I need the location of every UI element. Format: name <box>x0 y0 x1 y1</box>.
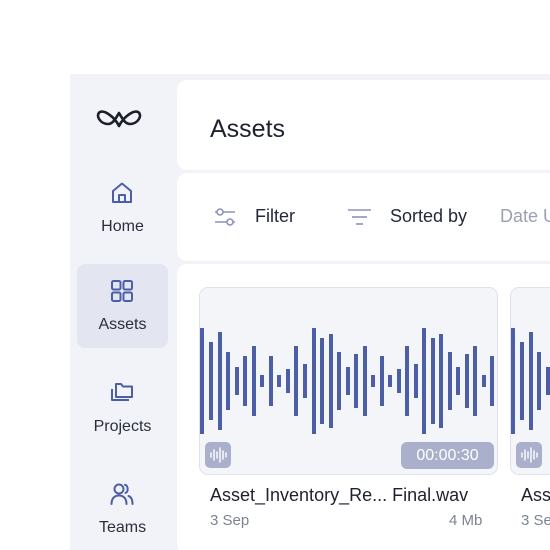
asset-date: 3 Sep <box>210 512 250 529</box>
assets-grid: 00:00:30 Asset_Inventory_Re... Final.wav… <box>177 264 550 550</box>
page-title: Assets <box>210 115 286 143</box>
users-icon <box>110 483 134 505</box>
asset-name[interactable]: Asset_Inventory_Re... Final.wav <box>210 485 468 506</box>
asset-date: 3 Se <box>521 512 550 529</box>
sort-value-select[interactable]: Date U <box>500 206 550 227</box>
asset-card[interactable]: 00:00:30 <box>199 287 498 475</box>
sidebar: Home Assets Projects Teams <box>70 74 176 550</box>
sidebar-item-label: Assets <box>98 316 147 333</box>
sidebar-item-home[interactable]: Home <box>77 166 168 250</box>
waveform-badge <box>516 442 542 468</box>
sort-button[interactable]: Sorted by <box>390 206 467 227</box>
sort-icon <box>348 209 371 225</box>
sidebar-item-label: Home <box>101 218 144 235</box>
sidebar-item-teams[interactable]: Teams <box>77 467 168 550</box>
asset-size: 4 Mb <box>449 512 483 529</box>
sliders-icon <box>215 208 235 226</box>
toolbar: Filter Sorted by Date U <box>177 173 550 261</box>
header-panel: Assets <box>177 80 550 170</box>
sidebar-item-label: Teams <box>98 519 147 536</box>
audio-wave-icon <box>210 447 227 463</box>
duration-badge: 00:00:30 <box>401 442 494 469</box>
infinity-heart-logo[interactable] <box>96 104 142 134</box>
sidebar-item-assets[interactable]: Assets <box>77 264 168 348</box>
app-window: Home Assets Projects Teams Assets Filter… <box>70 74 550 550</box>
folders-icon <box>111 383 133 401</box>
audio-wave-icon <box>521 447 538 463</box>
waveform-badge <box>205 442 231 468</box>
asset-card[interactable] <box>510 287 550 475</box>
filter-button[interactable]: Filter <box>255 206 295 227</box>
grid-icon <box>111 280 133 302</box>
asset-name[interactable]: Ass <box>521 485 550 506</box>
sidebar-item-label: Projects <box>93 418 152 435</box>
sidebar-item-projects[interactable]: Projects <box>77 366 168 450</box>
home-icon <box>112 182 132 203</box>
